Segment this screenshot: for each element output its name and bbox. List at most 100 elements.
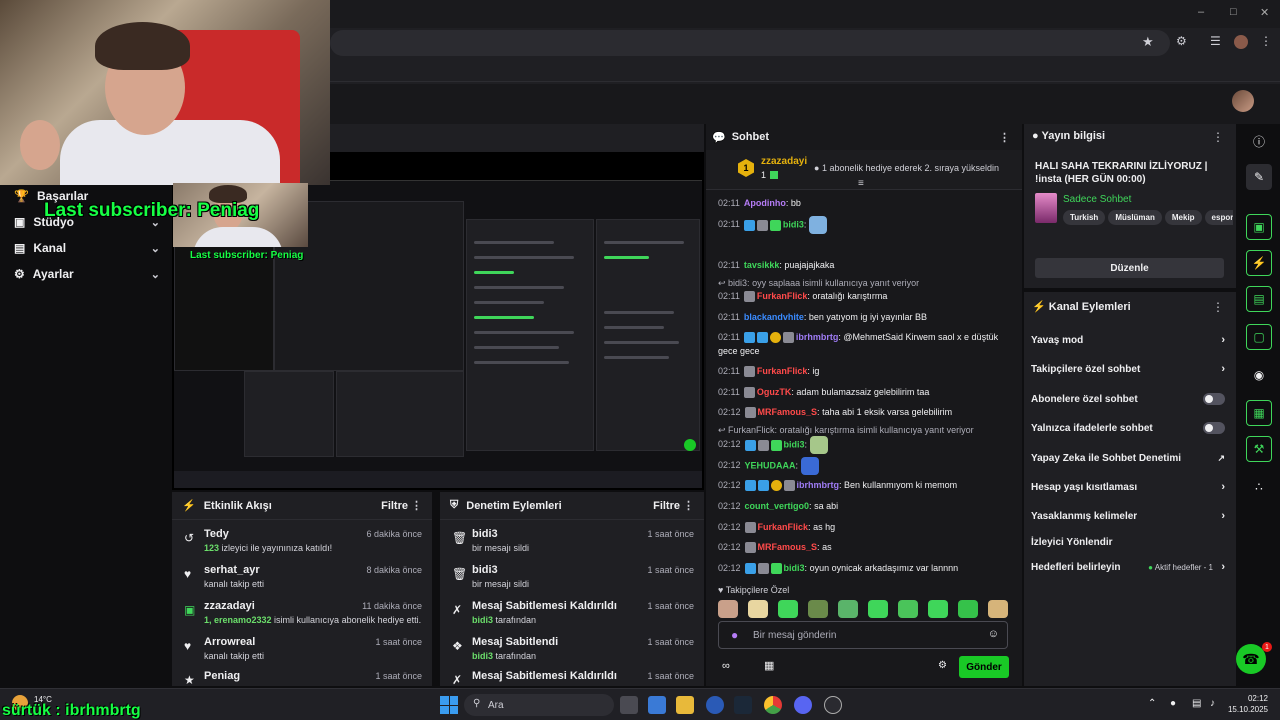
chat-message[interactable]: 02:12 ibrhmbrtg: Ben kullanmıyom ki memom <box>718 478 1014 492</box>
category-link[interactable]: Sadece Sohbet <box>1063 194 1131 205</box>
widgets-icon[interactable] <box>648 696 666 714</box>
emote-icon[interactable] <box>958 600 978 618</box>
user-avatar[interactable] <box>1232 90 1254 112</box>
subscribers-only-toggle[interactable] <box>1203 393 1225 405</box>
maximize-icon[interactable]: □ <box>1230 6 1237 18</box>
close-icon[interactable]: ✕ <box>1260 6 1269 19</box>
emote-icon[interactable] <box>988 600 1008 618</box>
more-options-icon[interactable]: ⋮ <box>1212 300 1224 314</box>
more-options-icon[interactable]: ⋮ <box>1212 130 1224 144</box>
profile-avatar-icon[interactable] <box>1234 35 1248 49</box>
task-view-icon[interactable] <box>620 696 638 714</box>
address-bar[interactable] <box>330 30 1170 56</box>
moderation-item[interactable]: 🗑 bidi3 bir mesajı sildi 1 saat önce <box>440 562 704 597</box>
file-explorer-icon[interactable] <box>676 696 694 714</box>
tag[interactable]: Mekip <box>1164 210 1202 225</box>
emote-icon[interactable] <box>808 600 828 618</box>
activity-item[interactable]: ♥ Arrowreal kanalı takip etti 1 saat önc… <box>172 634 432 669</box>
expand-icon[interactable]: ≡ <box>858 178 864 189</box>
minimize-icon[interactable]: – <box>1198 6 1204 18</box>
send-button[interactable]: Gönder <box>959 656 1009 678</box>
chat-message[interactable]: 02:11 tavsikkk: puajajajkaka <box>718 258 1014 272</box>
layout-icon[interactable]: ▦ <box>1246 400 1272 426</box>
chat-message[interactable]: 02:11 FurkanFlick: ig <box>718 364 1014 378</box>
filter-button[interactable]: Filtre <box>381 500 408 512</box>
emote-icon[interactable] <box>898 600 918 618</box>
obs-icon[interactable] <box>824 696 842 714</box>
chrome-icon[interactable] <box>764 696 782 714</box>
store-icon[interactable]: ▦ <box>764 659 774 672</box>
chat-message[interactable]: 02:11 Apodinho: bb <box>718 196 1014 210</box>
chat-message[interactable]: 02:12 count_vertigo0: sa abi <box>718 499 1014 513</box>
info-icon[interactable]: ⓘ <box>1246 128 1272 154</box>
activity-item[interactable]: ↺ Tedy 123 izleyici ile yayınınıza katıl… <box>172 526 432 561</box>
chat-message[interactable]: 02:12 bidi3: <box>718 436 1014 456</box>
chat-message[interactable]: 02:11 blackandvhite: ben yatıyom ig iyi y… <box>718 310 1014 324</box>
community-icon[interactable]: ∴ <box>1246 474 1272 500</box>
chat-message[interactable]: 02:12 MRFamous_S: taha abi 1 eksik varsa … <box>718 405 1014 419</box>
emote-icon[interactable] <box>838 600 858 618</box>
browser-menu-icon[interactable]: ⋮ <box>1260 34 1272 48</box>
chat-message[interactable]: 02:12 FurkanFlick: as hg <box>718 520 1014 534</box>
steam-icon[interactable] <box>734 696 752 714</box>
more-options-icon[interactable]: ⋮ <box>411 499 422 512</box>
emote-icon[interactable] <box>778 600 798 618</box>
chat-message[interactable]: 02:12 MRFamous_S: as <box>718 540 1014 554</box>
edit-icon[interactable]: ✎ <box>1246 164 1272 190</box>
account-age-row[interactable]: Hesap yaşı kısıtlaması › <box>1031 477 1229 497</box>
category-thumbnail[interactable] <box>1035 193 1057 223</box>
emote-only-toggle[interactable] <box>1203 422 1225 434</box>
discord-icon[interactable] <box>794 696 812 714</box>
edit-button[interactable]: Düzenle <box>1035 258 1224 278</box>
goals-row[interactable]: Hedefleri belirleyin ● Aktif hedefler - 1… <box>1031 557 1229 577</box>
windows-start-icon[interactable] <box>440 696 458 714</box>
ai-moderation-row[interactable]: Yapay Zeka ile Sohbet Denetimi ↗ <box>1031 448 1229 468</box>
chat-message[interactable]: 02:12 bidi3: oyun oynicak arkadaşımız var… <box>718 561 1014 575</box>
activity-item[interactable]: ♥ serhat_ayr kanalı takip etti 8 dakika … <box>172 562 432 597</box>
chat-icon[interactable]: ▢ <box>1246 324 1272 350</box>
chevron-up-icon[interactable]: ⌃ <box>1148 698 1156 709</box>
tag[interactable]: espor <box>1204 210 1233 225</box>
activity-item[interactable]: ▣ zzazadayi 1, erenamo2332 isimli kullan… <box>172 598 432 633</box>
microphone-icon[interactable]: ● <box>1170 698 1176 709</box>
media-icon[interactable]: ☰ <box>1210 34 1221 48</box>
chat-message[interactable]: 02:11 OguzTK: adam bulamazsaiz gelebiliri… <box>718 385 1014 399</box>
extensions-icon[interactable]: ⚙ <box>1176 34 1187 48</box>
filter-button[interactable]: Filtre <box>653 500 680 512</box>
broadcast-icon[interactable]: ◉ <box>1246 362 1272 388</box>
volume-icon[interactable]: ♪ <box>1210 698 1215 709</box>
banned-words-row[interactable]: Yasaklanmış kelimeler › <box>1031 506 1229 526</box>
sidebar-item-settings[interactable]: ⚙ Ayarlar ⌄ <box>14 265 160 283</box>
emote-icon[interactable] <box>748 600 768 618</box>
emote-icon[interactable] <box>928 600 948 618</box>
emote-only-row[interactable]: Yalnızca ifadelerle sohbet <box>1031 418 1229 438</box>
lightning-icon[interactable]: ⚡ <box>1246 250 1272 276</box>
app-icon[interactable] <box>706 696 724 714</box>
moderation-item[interactable]: 🗑 bidi3 bir mesajı sildi 1 saat önce <box>440 526 704 561</box>
emote-icon[interactable] <box>718 600 738 618</box>
channel-points-icon[interactable]: ∞ <box>722 660 730 672</box>
moderation-item[interactable]: ✗ Mesaj Sabitlemesi Kaldırıldı bidi3 tar… <box>440 598 704 633</box>
chat-message[interactable]: 02:11 ibrhmbrtg: @MehmetSaid Kirwem saol … <box>718 330 1014 358</box>
emoji-icon[interactable]: ☺ <box>988 628 999 640</box>
activity-item[interactable]: ★ Peniag 1 saat önce <box>172 668 432 686</box>
microphone-icon[interactable]: ● <box>731 628 738 642</box>
chat-message[interactable]: 02:11 bidi3: <box>718 216 1014 236</box>
more-options-icon[interactable]: ⋮ <box>999 131 1010 144</box>
chat-input[interactable]: ● Bir mesaj gönderin ☺ <box>718 621 1008 649</box>
clip-icon[interactable]: ▣ <box>1246 214 1272 240</box>
taskbar-search[interactable]: ⚲ Ara <box>464 694 614 716</box>
followers-only-row[interactable]: Takipçilere özel sohbet › <box>1031 359 1229 379</box>
slow-mode-row[interactable]: Yavaş mod › <box>1031 330 1229 350</box>
reply-context[interactable]: ↩ FurkanFlick: oratalığı karıştırma isim… <box>718 425 974 436</box>
tag[interactable]: Müslüman <box>1108 210 1162 225</box>
moderation-item[interactable]: ❖ Mesaj Sabitlendi bidi3 tarafından 1 sa… <box>440 634 704 669</box>
emote-icon[interactable] <box>868 600 888 618</box>
document-icon[interactable]: ▤ <box>1246 286 1272 312</box>
gear-icon[interactable]: ⚙ <box>938 660 947 671</box>
chat-message[interactable]: 02:11 FurkanFlick: oratalığı karıştırma <box>718 289 1014 303</box>
raid-row[interactable]: İzleyici Yönlendir <box>1031 532 1229 552</box>
moderation-item[interactable]: ✗ Mesaj Sabitlemesi Kaldırıldı 1 saat ön… <box>440 668 704 686</box>
sidebar-item-channel[interactable]: ▤ Kanal ⌄ <box>14 239 160 257</box>
network-icon[interactable]: ▤ <box>1192 698 1201 709</box>
